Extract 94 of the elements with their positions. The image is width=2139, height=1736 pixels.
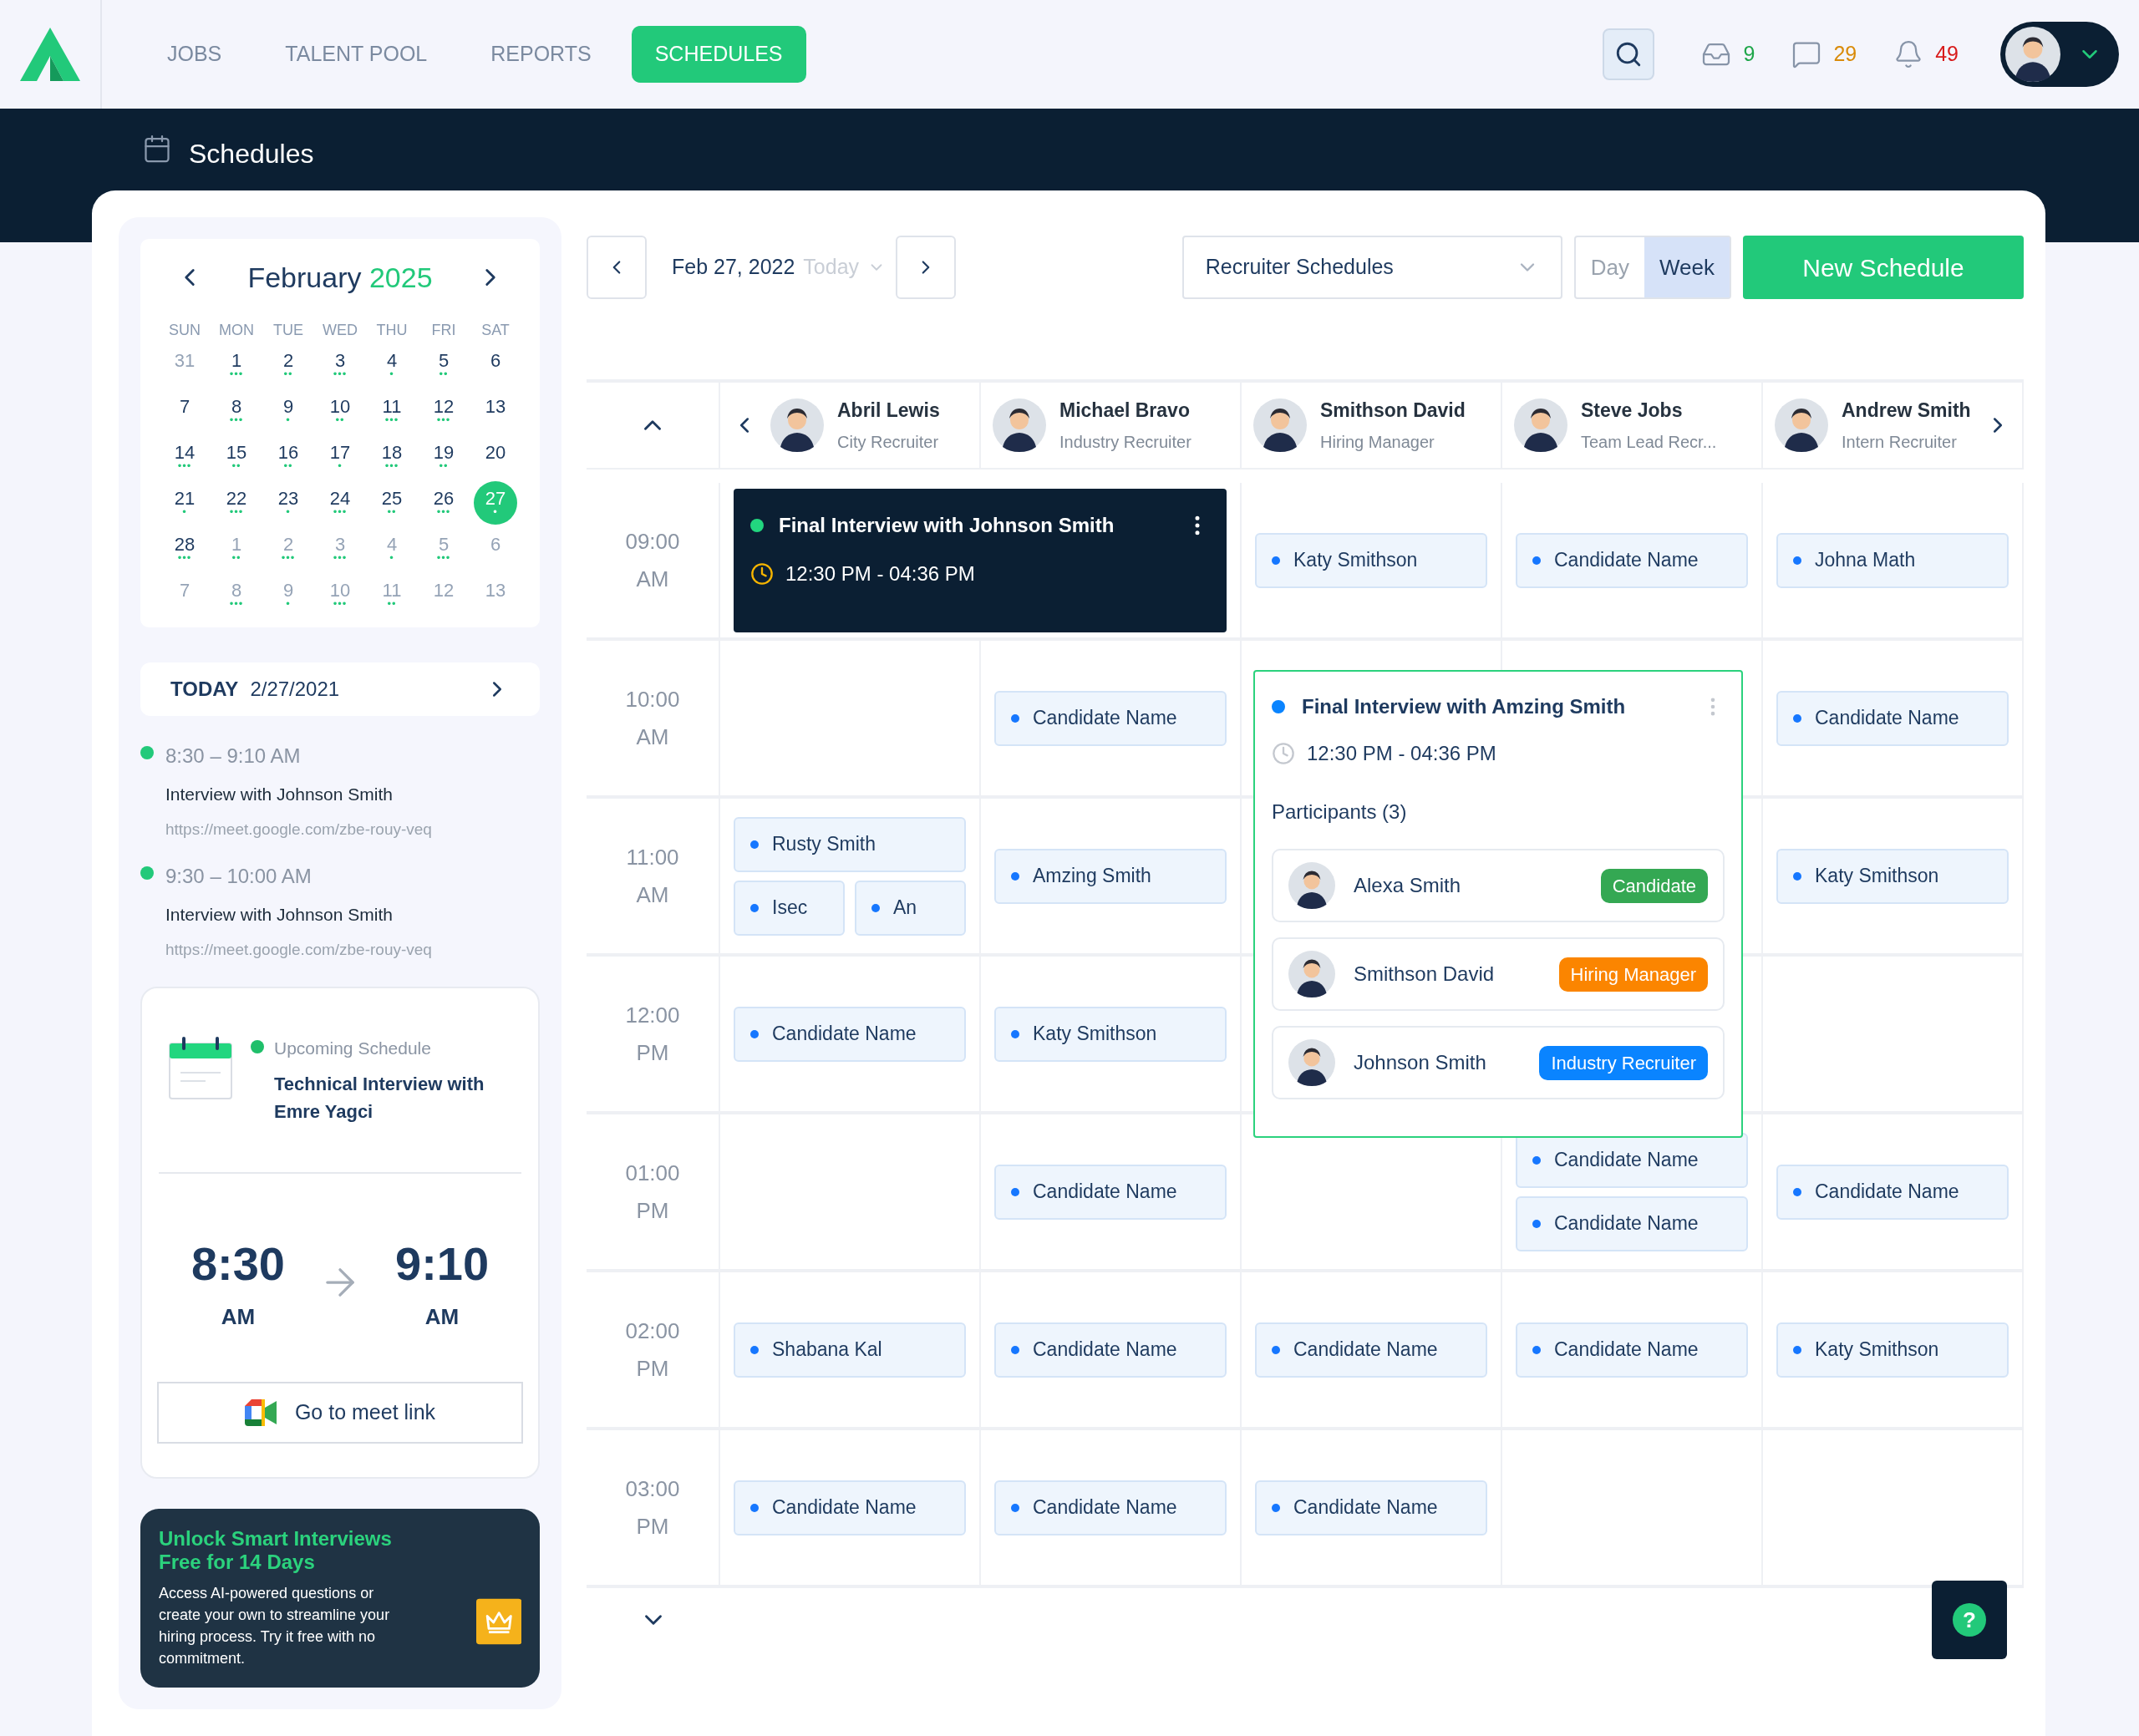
agenda-title: Interview with Johnson Smith [165, 784, 394, 805]
event-dots: ••• [229, 600, 244, 608]
recruiter-name: Abril Lewis [837, 398, 941, 423]
end-time: 9:10 [395, 1240, 490, 1287]
upcoming-title: Technical Interview with Emre Yagci [274, 1072, 485, 1124]
role-tag: Hiring Manager [1558, 957, 1708, 992]
event-dots: • [338, 462, 343, 470]
hour-label: 03:00 [625, 1475, 680, 1503]
notification-count: 9 [1743, 41, 1755, 68]
event-dots: •• [283, 462, 293, 470]
notification-count: 49 [1935, 41, 1959, 68]
recruiter-name: Andrew Smith [1842, 398, 1972, 423]
month-title: February 2025 [247, 260, 433, 295]
event-dots: • [389, 370, 394, 378]
weekday-label: WED [322, 321, 358, 340]
role-tag: Candidate [1600, 868, 1708, 903]
event-dots: ••• [333, 370, 348, 378]
event-dots: •• [387, 508, 397, 516]
promo-text: Access AI-powered questions or create your own to streamline your hiring process. Try it free with no commitment. [159, 1584, 391, 1668]
start-time: 8:30 [191, 1240, 285, 1287]
event-dots: ••• [333, 508, 348, 516]
role-tag: Industry Recruiter [1539, 1045, 1708, 1080]
event-dots: •• [387, 600, 397, 608]
event-dots: • [286, 508, 291, 516]
weekday-label: SUN [168, 321, 201, 340]
hour-label: 12:00 [625, 1001, 680, 1029]
weekday-label: FRI [430, 321, 457, 340]
event-dots: • [493, 508, 498, 516]
event-title: Final Interview with Amzing Smith [1302, 694, 1627, 719]
event-dots: ••• [384, 462, 399, 470]
participant-name: Smithson David [1354, 962, 1496, 987]
participants-heading: Participants (3) [1272, 799, 1408, 825]
recruiter-role: Team Lead Recr... [1581, 432, 1718, 454]
hour-label: 09:00 [625, 527, 680, 556]
participant-name: Johnson Smith [1354, 1050, 1487, 1075]
page-title: Schedules [189, 138, 314, 170]
recruiter-name: Steve Jobs [1581, 398, 1684, 423]
hour-period: PM [636, 1354, 669, 1383]
recruiter-name: Smithson David [1320, 398, 1466, 423]
recruiter-role: Intern Recruiter [1842, 432, 1958, 454]
agenda-time: 8:30 – 9:10 AM [165, 744, 302, 769]
event-dots: ••• [229, 416, 244, 424]
today-date: 2/27/2021 [250, 677, 341, 702]
weekday-label: TUE [272, 321, 304, 340]
today-label: TODAY [170, 677, 239, 702]
recruiter-role: Hiring Manager [1320, 432, 1435, 454]
event-dots: ••• [436, 554, 451, 562]
recruiter-role: City Recruiter [837, 432, 940, 454]
event-dots: • [286, 600, 291, 608]
hour-label: 02:00 [625, 1317, 680, 1345]
weekday-label: THU [375, 321, 409, 340]
event-time: 12:30 PM - 04:36 PM [1307, 741, 1496, 766]
event-dots: •• [439, 370, 449, 378]
hour-label: 11:00 [626, 843, 679, 871]
recruiter-name: Michael Bravo [1059, 398, 1191, 423]
agenda-title: Interview with Johnson Smith [165, 904, 394, 926]
promo-title: Unlock Smart Interviews Free for 14 Days [159, 1527, 393, 1574]
event-dots: ••• [229, 370, 244, 378]
event-dots: • [389, 554, 394, 562]
event-dots: ••• [436, 508, 451, 516]
event-dots: •• [283, 370, 293, 378]
start-period: AM [221, 1302, 256, 1331]
hour-period: AM [636, 565, 669, 593]
hour-label: 10:00 [625, 685, 680, 713]
upcoming-label: Upcoming Schedule [274, 1038, 432, 1059]
event-dots: •• [439, 462, 449, 470]
event-dots: ••• [177, 462, 192, 470]
event-dots: • [286, 416, 291, 424]
end-period: AM [424, 1302, 460, 1331]
weekday-label: MON [218, 321, 255, 340]
hour-period: PM [636, 1038, 669, 1067]
weekday-label: SAT [480, 321, 511, 340]
event-dots: •• [231, 462, 241, 470]
agenda-time: 9:30 – 10:00 AM [165, 864, 312, 889]
event-time: 12:30 PM - 04:36 PM [785, 561, 975, 586]
event-dots: ••• [384, 416, 399, 424]
event-dots: •• [231, 554, 241, 562]
hour-period: PM [636, 1196, 669, 1225]
event-dots: ••• [333, 554, 348, 562]
event-dots: ••• [229, 508, 244, 516]
hour-label: 01:00 [625, 1159, 680, 1187]
event-dots: ••• [177, 554, 192, 562]
event-dots: ••• [436, 416, 451, 424]
participant-name: Alexa Smith [1354, 873, 1462, 898]
event-dots: ••• [281, 554, 296, 562]
hour-period: AM [636, 723, 669, 751]
hour-period: PM [636, 1512, 669, 1541]
hour-period: AM [636, 881, 669, 909]
recruiter-role: Industry Recruiter [1059, 432, 1192, 454]
notification-count: 29 [1833, 41, 1857, 68]
event-dots: •• [335, 416, 345, 424]
event-title: Final Interview with Johnson Smith [779, 512, 1115, 538]
event-dots: • [182, 508, 187, 516]
event-dots: ••• [333, 600, 348, 608]
